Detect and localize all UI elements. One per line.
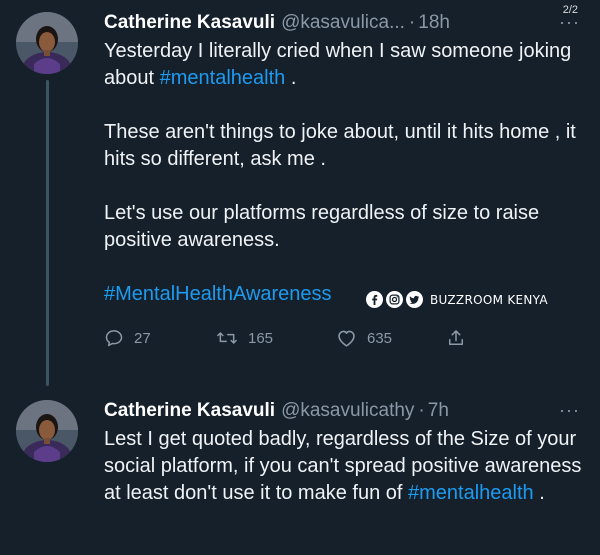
tweet-text: Lest I get quoted badly, regardless of t… [104, 426, 586, 507]
retweet-count: 165 [248, 329, 274, 347]
retweet-icon [217, 332, 237, 344]
hashtag-link[interactable]: #mentalhealth [160, 67, 286, 89]
avatar[interactable] [16, 12, 78, 74]
more-options-icon[interactable]: ··· [559, 10, 586, 34]
reply-button[interactable]: 27 [104, 328, 216, 348]
like-button[interactable]: 635 [336, 328, 446, 348]
share-button[interactable] [446, 328, 466, 348]
tweet-paragraph: Let's use our platforms regardless of si… [104, 202, 540, 251]
author-name[interactable]: Catherine Kasavuli [104, 399, 275, 423]
hashtag-link[interactable]: #MentalHealthAwareness [104, 283, 332, 305]
timestamp[interactable]: 18h [418, 11, 450, 35]
instagram-icon [386, 291, 403, 308]
separator-dot: · [408, 12, 416, 33]
share-icon [449, 330, 463, 345]
tweet-body: Catherine Kasavuli @kasavulicathy · 7h ·… [104, 398, 586, 507]
paragraph-text: . [533, 482, 545, 504]
avatar[interactable] [16, 400, 78, 462]
facebook-icon [366, 291, 383, 308]
tweet[interactable]: Catherine Kasavuli @kasavulicathy · 7h ·… [0, 388, 600, 555]
reply-icon [105, 330, 123, 347]
hashtag-link[interactable]: #mentalhealth [408, 482, 534, 504]
retweet-button[interactable]: 165 [216, 328, 336, 348]
watermark-text: BUZZROOM KENYA [430, 292, 548, 307]
tweet-actions: 27 165 635 [104, 328, 586, 348]
author-name[interactable]: Catherine Kasavuli [104, 11, 275, 35]
tweet-header: Catherine Kasavuli @kasavulicathy · 7h ·… [104, 398, 586, 423]
tweet[interactable]: Catherine Kasavuli @kasavulica... · 18h … [0, 0, 600, 386]
tweet-header: Catherine Kasavuli @kasavulica... · 18h … [104, 10, 586, 35]
paragraph-text: . [285, 67, 297, 89]
tweet-paragraph: Lest I get quoted badly, regardless of t… [104, 426, 586, 507]
reply-count: 27 [134, 329, 151, 347]
author-handle[interactable]: @kasavulicathy [281, 399, 414, 423]
timestamp[interactable]: 7h [428, 399, 449, 423]
watermark: BUZZROOM KENYA [366, 291, 548, 308]
separator-dot: · [418, 400, 425, 421]
tweet-text: Yesterday I literally cried when I saw s… [104, 38, 586, 308]
like-count: 635 [367, 329, 393, 347]
tweet-paragraph: Yesterday I literally cried when I saw s… [104, 38, 586, 92]
author-handle[interactable]: @kasavulica... [281, 11, 405, 35]
avatar-image [16, 12, 78, 74]
thread-line [46, 80, 49, 386]
avatar-image [16, 400, 78, 462]
tweet-paragraph: These aren't things to joke about, until… [104, 121, 576, 170]
heart-icon [338, 330, 355, 347]
more-options-icon[interactable]: ··· [559, 398, 586, 422]
twitter-icon [406, 291, 423, 308]
